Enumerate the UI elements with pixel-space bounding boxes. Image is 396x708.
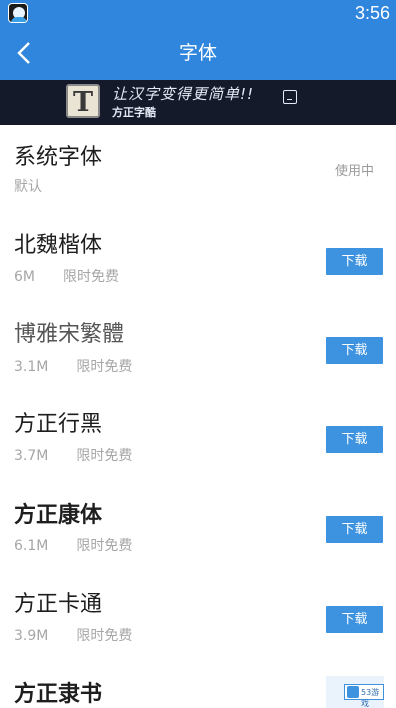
- font-meta: 3.7M 限时免费: [14, 447, 132, 465]
- font-name: 博雅宋繁體: [14, 322, 125, 347]
- font-size: 3.1M: [14, 359, 49, 375]
- font-item[interactable]: 方正行黑 3.7M 限时免费 下载: [0, 395, 396, 485]
- font-logo-icon: T: [66, 84, 100, 118]
- font-tag: 限时免费: [63, 269, 119, 285]
- status-bar: 3:56: [0, 0, 396, 26]
- font-item[interactable]: 方正康体 6.1M 限时免费 下载: [0, 485, 396, 575]
- download-button[interactable]: 下载: [326, 337, 383, 364]
- font-item-system[interactable]: 系统字体 默认 使用中: [0, 125, 396, 215]
- download-button[interactable]: 下载: [326, 426, 383, 453]
- font-name: 方正卡通: [14, 592, 103, 617]
- banner-slogan: 让汉字变得更简单!!: [112, 85, 255, 103]
- font-meta: 3.9M 限时免费: [14, 627, 132, 645]
- font-size: 3.7M: [14, 448, 49, 464]
- font-item[interactable]: 方正卡通 3.9M 限时免费 下载: [0, 575, 396, 665]
- font-item[interactable]: 北魏楷体 6M 限时免费 下载: [0, 215, 396, 305]
- font-meta: 默认: [14, 179, 42, 195]
- download-button[interactable]: 下载: [326, 606, 383, 633]
- font-meta: 3.1M 限时免费: [14, 358, 132, 376]
- status-badge: 使用中: [334, 164, 374, 179]
- status-time: 3:56: [354, 3, 390, 23]
- font-meta: 6.1M 限时免费: [14, 537, 132, 555]
- app-bar: 字体: [0, 26, 396, 80]
- download-app-icon: [283, 90, 297, 104]
- watermark-logo: 53游戏: [326, 676, 384, 708]
- font-meta: 6M 限时免费: [14, 268, 119, 286]
- download-button[interactable]: 下载: [326, 248, 383, 275]
- download-button[interactable]: 下载: [326, 516, 383, 543]
- font-name: 系统字体: [14, 145, 103, 170]
- app-avatar-icon: [8, 3, 28, 23]
- font-item[interactable]: 博雅宋繁體 3.1M 限时免费 下载: [0, 305, 396, 395]
- watermark-text: 53游戏: [361, 688, 380, 708]
- font-tag: 限时免费: [76, 538, 133, 554]
- banner-brand: 方正字酷: [112, 106, 156, 119]
- font-name: 方正行黑: [14, 412, 103, 437]
- page-title: 字体: [178, 42, 217, 64]
- font-tag: 限时免费: [76, 359, 133, 375]
- font-size: 3.9M: [14, 628, 49, 644]
- font-size: 6.1M: [14, 538, 49, 554]
- font-size: 6M: [14, 269, 35, 285]
- font-name: 方正隶书: [14, 681, 103, 707]
- font-tag: 限时免费: [76, 448, 133, 464]
- font-tag: 限时免费: [76, 628, 133, 644]
- promo-banner[interactable]: T 让汉字变得更简单!! 方正字酷: [0, 80, 396, 125]
- font-name: 北魏楷体: [14, 233, 103, 258]
- font-name: 方正康体: [14, 502, 103, 528]
